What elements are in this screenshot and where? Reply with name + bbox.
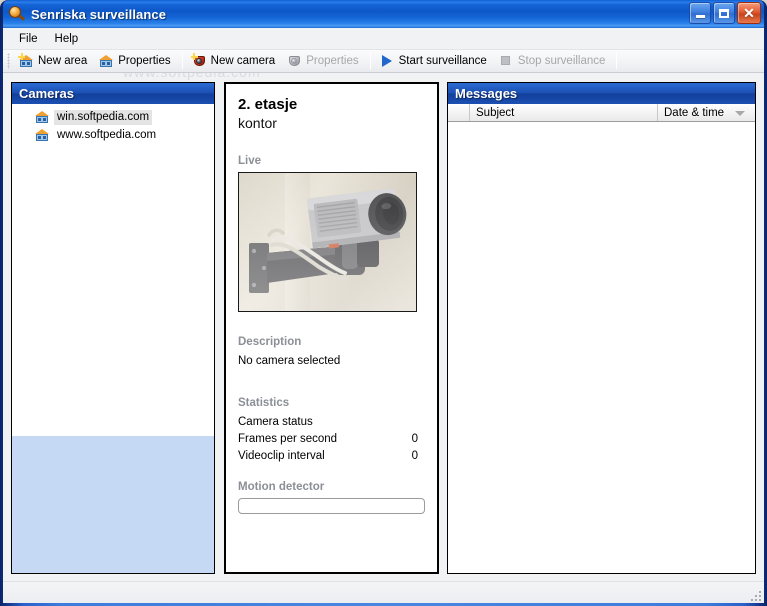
cameras-panel: Cameras win.softpedia.com www.softpedia.… (11, 82, 215, 574)
stat-value: 0 (411, 433, 418, 445)
camera-properties-button: Properties (282, 51, 365, 71)
toolbar: New area Properties New camera Propertie… (3, 49, 764, 73)
minimize-icon (695, 15, 705, 18)
toolbar-separator-1 (181, 53, 183, 69)
messages-column-headers: Subject Date & time (448, 104, 755, 122)
details-title: 2. etasje (238, 96, 298, 113)
camera-properties-label: Properties (306, 55, 359, 67)
column-icon[interactable] (448, 104, 470, 121)
resize-grip[interactable] (748, 588, 761, 601)
description-value: No camera selected (238, 355, 341, 367)
camera-icon (286, 53, 302, 69)
list-item-label: www.softpedia.com (57, 128, 157, 141)
menu-help[interactable]: Help (47, 30, 88, 48)
maximize-button[interactable] (713, 2, 735, 24)
magnifier-icon (8, 5, 26, 23)
stat-row: Videoclip interval 0 (238, 448, 425, 465)
sort-descending-icon (735, 111, 745, 116)
stop-surveillance-button: Stop surveillance (494, 51, 613, 71)
new-camera-label: New camera (210, 55, 276, 67)
close-icon: ✕ (743, 5, 755, 21)
area-house-icon (34, 109, 50, 125)
panels-container: Cameras win.softpedia.com www.softpedia.… (3, 75, 764, 603)
column-datetime[interactable]: Date & time (658, 104, 755, 121)
cameras-list[interactable]: win.softpedia.com www.softpedia.com (12, 104, 214, 573)
stat-row: Camera status (238, 414, 425, 431)
details-panel: 2. etasje kontor Live Description No cam… (224, 82, 439, 574)
menu-bar: File Help (3, 28, 764, 49)
window-title: Senriska surveillance (31, 6, 167, 22)
house-new-icon (18, 53, 34, 69)
status-bar (3, 581, 764, 603)
column-datetime-label: Date & time (664, 106, 725, 119)
application-window: Senriska surveillance ✕ SOFTPEDIA www.so… (0, 0, 767, 606)
maximize-icon (719, 8, 729, 18)
new-area-label: New area (38, 55, 88, 67)
toolbar-grip[interactable] (7, 53, 10, 69)
new-area-button[interactable]: New area (14, 51, 94, 71)
list-item-label: win.softpedia.com (54, 109, 153, 125)
stat-label: Camera status (238, 416, 313, 428)
motion-detector-label: Motion detector (238, 481, 325, 493)
motion-detector-section: Motion detector (238, 481, 425, 514)
toolbar-separator-3 (616, 53, 618, 69)
details-subtitle: kontor (238, 115, 277, 131)
description-label: Description (238, 336, 302, 348)
start-surveillance-button[interactable]: Start surveillance (375, 51, 494, 71)
messages-panel: Messages Subject Date & time (447, 82, 756, 574)
stat-row: Frames per second 0 (238, 431, 425, 448)
area-house-icon (34, 127, 50, 143)
close-button[interactable]: ✕ (737, 2, 761, 24)
cameras-panel-title: Cameras (12, 83, 214, 104)
area-properties-button[interactable]: Properties (94, 51, 177, 71)
menu-file[interactable]: File (11, 30, 47, 48)
new-camera-button[interactable]: New camera (187, 51, 283, 71)
toolbar-separator-2 (369, 53, 371, 69)
stat-value (418, 414, 425, 431)
messages-panel-title: Messages (448, 83, 755, 104)
area-properties-label: Properties (118, 55, 171, 67)
start-surveillance-label: Start surveillance (398, 55, 487, 67)
cameras-list-background-fill (12, 436, 214, 573)
stop-surveillance-label: Stop surveillance (517, 55, 606, 67)
stop-icon (498, 53, 514, 69)
column-subject[interactable]: Subject (470, 104, 658, 121)
house-icon (98, 53, 114, 69)
stat-label: Frames per second (238, 433, 338, 445)
list-item[interactable]: www.softpedia.com (34, 127, 214, 143)
stat-label: Videoclip interval (238, 450, 325, 462)
live-section: Live (238, 155, 425, 312)
statistics-label: Statistics (238, 397, 290, 409)
play-icon (379, 53, 395, 69)
live-camera-image[interactable] (238, 172, 417, 312)
camera-new-icon (190, 53, 207, 69)
image-haze-overlay (239, 173, 416, 311)
messages-list[interactable] (448, 122, 755, 573)
window-controls: ✕ (689, 2, 761, 24)
minimize-button[interactable] (689, 2, 711, 24)
list-item[interactable]: win.softpedia.com (34, 109, 214, 125)
statistics-section: Statistics Camera status Frames per seco… (238, 397, 425, 465)
client-area: SOFTPEDIA www.softpedia.com File Help Ne… (3, 28, 764, 603)
motion-detector-bar[interactable] (238, 498, 425, 514)
live-label: Live (238, 155, 262, 167)
stat-value: 0 (411, 450, 418, 462)
description-section: Description No camera selected (238, 336, 425, 369)
title-bar: Senriska surveillance ✕ (3, 0, 764, 28)
